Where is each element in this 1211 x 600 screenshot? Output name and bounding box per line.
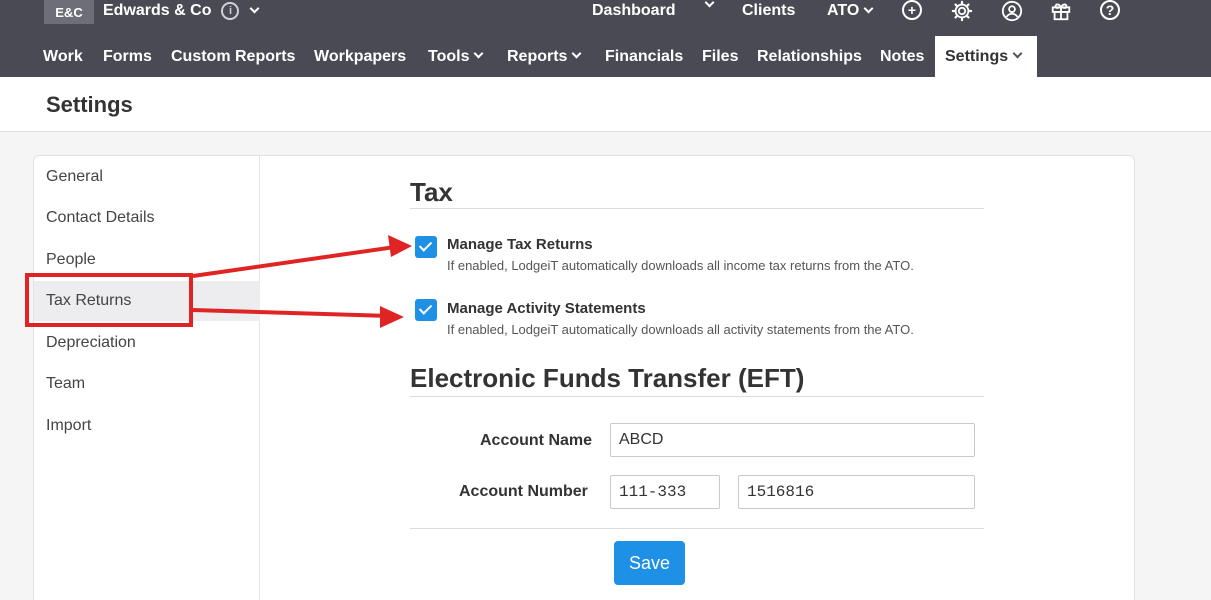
tab-work[interactable]: Work: [35, 36, 91, 77]
tab-label: Financials: [605, 47, 684, 65]
tab-label: Workpapers: [314, 47, 407, 65]
tab-custom-reports[interactable]: Custom Reports: [163, 36, 303, 77]
tab-label: Tools: [428, 47, 470, 65]
manage-tax-returns-label: Manage Tax Returns: [447, 236, 593, 253]
tab-label: Work: [43, 47, 83, 65]
firm-name: Edwards & Co: [103, 2, 212, 19]
tab-label: Reports: [507, 47, 568, 65]
divider: [410, 208, 984, 209]
tax-section-title: Tax: [410, 177, 453, 207]
save-button[interactable]: Save: [614, 541, 685, 585]
tab-forms[interactable]: Forms: [95, 36, 160, 77]
tab-label: Relationships: [757, 47, 862, 65]
sidebar-item-depreciation[interactable]: Depreciation: [34, 323, 260, 363]
nav-ato[interactable]: ATO: [827, 2, 874, 20]
user-circle-icon[interactable]: [1001, 0, 1023, 27]
tab-notes[interactable]: Notes: [872, 36, 932, 77]
tab-files[interactable]: Files: [694, 36, 746, 77]
tab-tools[interactable]: Tools: [420, 36, 490, 77]
manage-tax-returns-help: If enabled, LodgeiT automatically downlo…: [447, 258, 914, 273]
firm-switcher[interactable]: Edwards & Co i: [103, 2, 260, 20]
gift-icon[interactable]: [1050, 0, 1072, 27]
tab-label: Forms: [103, 47, 152, 65]
tab-label: Custom Reports: [171, 47, 296, 65]
eft-section-title: Electronic Funds Transfer (EFT): [410, 363, 805, 393]
divider: [410, 396, 984, 397]
gear-icon[interactable]: [951, 0, 973, 27]
nav-clients-label: Clients: [742, 2, 796, 19]
page-header: Settings: [0, 77, 1211, 132]
sidebar-item-general[interactable]: General: [34, 157, 260, 197]
top-bar: E&C Edwards & Co i Dashboard Clients ATO…: [0, 0, 1211, 77]
account-name-input[interactable]: [610, 423, 975, 457]
bsb-input[interactable]: [610, 475, 720, 509]
chevron-down-icon: [863, 3, 874, 13]
sidebar-item-contact-details[interactable]: Contact Details: [34, 198, 260, 238]
tab-relationships[interactable]: Relationships: [749, 36, 870, 77]
nav-dashboard-label: Dashboard: [592, 2, 676, 19]
divider: [410, 528, 984, 529]
account-number-label: Account Number: [459, 483, 588, 500]
nav-clients[interactable]: Clients: [742, 2, 795, 20]
main-nav: Work Forms Custom Reports Workpapers Too…: [0, 36, 1211, 77]
chevron-down-icon: [572, 48, 582, 59]
tab-reports[interactable]: Reports: [499, 36, 588, 77]
chevron-down-icon: [250, 3, 260, 13]
info-icon[interactable]: i: [221, 2, 240, 20]
dashboard-dropdown[interactable]: [700, 0, 715, 9]
firm-badge[interactable]: E&C: [44, 0, 94, 24]
tab-workpapers[interactable]: Workpapers: [306, 36, 414, 77]
sidebar-item-team[interactable]: Team: [34, 364, 260, 404]
page-title: Settings: [46, 92, 133, 117]
manage-activity-statements-help: If enabled, LodgeiT automatically downlo…: [447, 322, 914, 337]
help-icon[interactable]: ?: [1100, 0, 1120, 20]
sidebar-item-import[interactable]: Import: [34, 406, 260, 446]
settings-card: General Contact Details People Tax Retur…: [33, 155, 1135, 600]
manage-activity-statements-checkbox[interactable]: [415, 299, 437, 321]
manage-activity-statements-label: Manage Activity Statements: [447, 300, 646, 317]
tab-financials[interactable]: Financials: [597, 36, 691, 77]
tab-label: Settings: [945, 47, 1009, 65]
nav-dashboard[interactable]: Dashboard: [592, 2, 676, 20]
account-name-label: Account Name: [480, 432, 593, 449]
chevron-down-icon: [1012, 48, 1023, 59]
tab-label: Notes: [880, 47, 925, 65]
annotation-highlight-box: [25, 273, 193, 327]
chevron-down-icon: [704, 0, 715, 8]
chevron-down-icon: [474, 48, 484, 59]
add-circle-icon[interactable]: +: [902, 0, 922, 20]
tab-settings[interactable]: Settings: [935, 36, 1037, 77]
account-number-input[interactable]: [738, 475, 975, 509]
nav-ato-label: ATO: [827, 2, 860, 19]
settings-sidebar: General Contact Details People Tax Retur…: [34, 156, 260, 600]
tab-label: Files: [702, 47, 739, 65]
manage-tax-returns-checkbox[interactable]: [415, 236, 437, 258]
